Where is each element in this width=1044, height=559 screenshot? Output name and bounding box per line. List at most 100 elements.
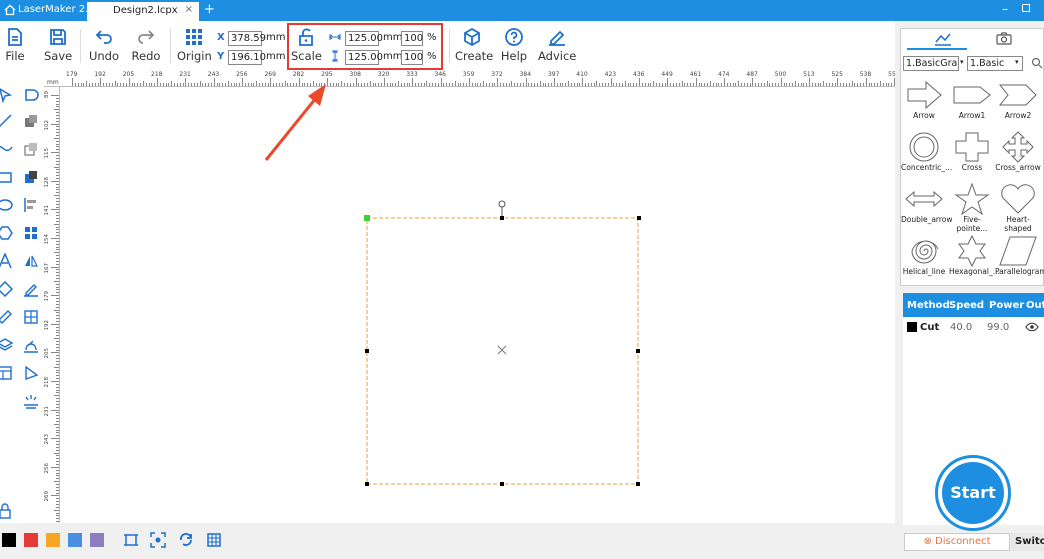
path-arrow-icon[interactable]: [23, 365, 39, 381]
ruler-tick: [168, 83, 170, 86]
layer-row[interactable]: Cut 40.0 99.0: [903, 317, 1044, 339]
minimize-button[interactable]: –: [1002, 2, 1008, 16]
maximize-button[interactable]: [1022, 4, 1030, 12]
y-coordinate-input[interactable]: 196.10: [228, 50, 266, 65]
help-button[interactable]: Help: [500, 21, 528, 71]
color-swatch[interactable]: [46, 533, 60, 547]
camera-tab-icon[interactable]: [996, 32, 1012, 45]
laser-light-icon[interactable]: [23, 393, 39, 409]
layer-speed[interactable]: 40.0: [950, 322, 972, 333]
ruler-tool-icon[interactable]: [0, 309, 13, 325]
diamond-tool-icon[interactable]: [0, 281, 13, 297]
frame-select-icon[interactable]: [123, 532, 139, 548]
ruler-tick: [142, 81, 144, 86]
color-swatch[interactable]: [68, 533, 82, 547]
origin-button[interactable]: Origin: [177, 21, 212, 71]
home-icon[interactable]: [4, 4, 16, 16]
category-select[interactable]: 1.BasicGraph: [903, 56, 959, 71]
color-swatch[interactable]: [2, 533, 16, 547]
layer-color-swatch[interactable]: [907, 322, 917, 332]
ruler-tick: [587, 83, 589, 86]
shape-item[interactable]: Concentric_...: [901, 131, 952, 172]
ruler-tick: [165, 83, 167, 86]
shape-item[interactable]: Parallelogram: [995, 235, 1044, 276]
select-pointer-icon[interactable]: [0, 87, 13, 103]
shape-item[interactable]: Helical_line: [901, 235, 947, 276]
layer-method[interactable]: Cut: [920, 322, 939, 333]
disconnect-button[interactable]: ⊗ Disconnect: [904, 533, 1010, 551]
stamp-icon[interactable]: [23, 337, 39, 353]
text-tool-icon[interactable]: [0, 253, 13, 269]
subtract-icon[interactable]: [23, 141, 39, 157]
create-button[interactable]: Create: [455, 21, 493, 71]
lock-icon[interactable]: [0, 503, 13, 519]
advice-button[interactable]: Advice: [538, 21, 576, 71]
color-swatch[interactable]: [24, 533, 38, 547]
rectangle-tool-icon[interactable]: [0, 169, 13, 185]
shape-item[interactable]: Arrow: [901, 79, 947, 120]
ruler-tick: [398, 81, 400, 86]
ellipse-tool-icon[interactable]: [0, 197, 13, 213]
draw-pen-icon[interactable]: [23, 281, 39, 297]
grid-icon[interactable]: [206, 532, 222, 548]
undo-button[interactable]: Undo: [88, 21, 120, 71]
intersect-icon[interactable]: [23, 169, 39, 185]
resize-handle[interactable]: [365, 482, 369, 486]
combine-icon[interactable]: [23, 113, 39, 129]
align-icon[interactable]: [23, 197, 39, 213]
table-tool-icon[interactable]: [0, 365, 13, 381]
ruler-tick: [103, 83, 105, 86]
resize-handle[interactable]: [636, 349, 640, 353]
line-tool-icon[interactable]: [0, 113, 13, 129]
shape-item[interactable]: Arrow1: [949, 79, 995, 120]
ruler-tick: [56, 412, 59, 414]
ruler-tick: [792, 83, 794, 86]
ruler-tick-label: 218: [44, 377, 50, 388]
mirror-icon[interactable]: [23, 253, 39, 269]
file-button[interactable]: File: [2, 21, 28, 71]
shape-item[interactable]: Heart-shaped: [995, 183, 1041, 233]
shape-item[interactable]: Cross_arrow: [995, 131, 1041, 172]
resize-handle[interactable]: [637, 216, 641, 220]
grid-layout-icon[interactable]: [23, 309, 39, 325]
shape-item[interactable]: Five-pointe...: [949, 183, 995, 233]
rotate-handle-icon[interactable]: [498, 200, 506, 208]
tab-close-icon[interactable]: ×: [185, 4, 193, 15]
shape-item[interactable]: Arrow2: [995, 79, 1041, 120]
ruler-tick: [56, 135, 59, 137]
switch-button[interactable]: Switch: [1010, 533, 1044, 551]
ruler-tick: [786, 83, 788, 86]
tab-design2[interactable]: Design2.lcpx ×: [87, 2, 199, 21]
focus-select-icon[interactable]: [150, 532, 166, 548]
eye-icon[interactable]: [1025, 322, 1039, 332]
curve-tool-icon[interactable]: [0, 141, 13, 157]
array-icon[interactable]: [23, 225, 39, 241]
refresh-icon[interactable]: [178, 532, 194, 548]
polygon-tool-icon[interactable]: [0, 225, 13, 241]
ruler-tick: [56, 157, 59, 159]
ruler-tick: [56, 172, 59, 174]
origin-handle[interactable]: [364, 215, 370, 221]
start-button[interactable]: Start: [935, 455, 1011, 531]
redo-button[interactable]: Redo: [131, 21, 161, 71]
color-swatch[interactable]: [90, 533, 104, 547]
shape-library-tab-icon[interactable]: [934, 32, 952, 46]
ruler-tick: [857, 83, 859, 86]
resize-handle[interactable]: [636, 482, 640, 486]
shape-item[interactable]: Double_arrow: [901, 183, 953, 224]
save-button[interactable]: Save: [44, 21, 72, 71]
resize-handle[interactable]: [365, 349, 369, 353]
node-edit-icon[interactable]: [23, 87, 39, 103]
resize-handle[interactable]: [500, 482, 504, 486]
shape-item[interactable]: Hexagonal_...: [949, 235, 1000, 276]
design-canvas[interactable]: [60, 87, 895, 523]
resize-handle[interactable]: [500, 216, 504, 220]
top-ruler: mm 179 192 205 218 231 243 256 269 282 295 308 320 3…: [44, 71, 895, 87]
layers-icon[interactable]: [0, 337, 13, 353]
ruler-tick-label: 449: [661, 71, 673, 78]
x-coordinate-input[interactable]: 378.59: [228, 31, 266, 46]
layer-power[interactable]: 99.0: [987, 322, 1009, 333]
search-icon[interactable]: [1031, 57, 1043, 69]
new-tab-button[interactable]: +: [204, 2, 215, 17]
shape-item[interactable]: Cross: [949, 131, 995, 172]
